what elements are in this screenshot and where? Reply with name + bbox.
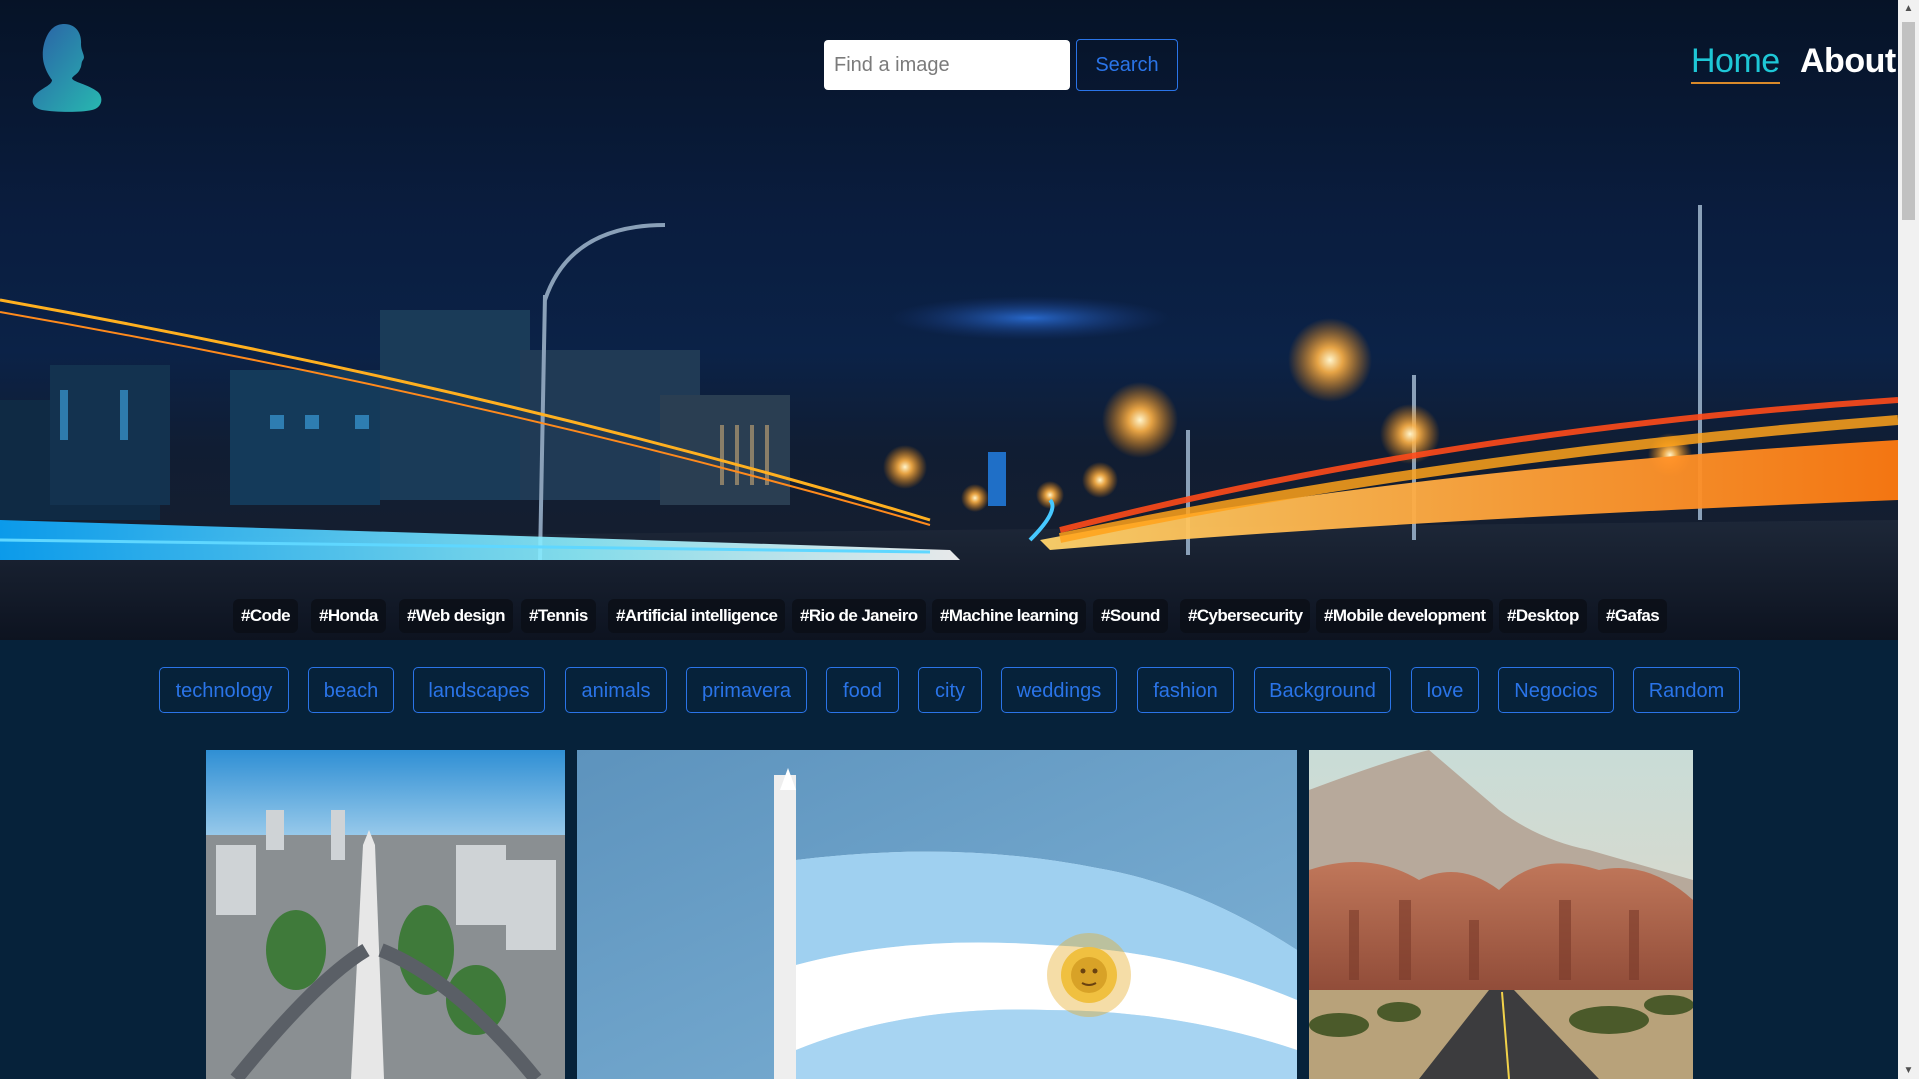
category-button[interactable]: fashion: [1137, 667, 1234, 713]
hashtag-chip[interactable]: #Machine learning: [932, 599, 1087, 633]
category-button[interactable]: Negocios: [1498, 667, 1614, 713]
category-buttons: technology beach landscapes animals prim…: [0, 667, 1898, 713]
nav-about-link[interactable]: About: [1800, 44, 1896, 78]
page-scrollbar[interactable]: ▲ ▼: [1898, 0, 1919, 1079]
category-button[interactable]: animals: [565, 667, 667, 713]
hashtag-chip[interactable]: #Mobile development: [1316, 599, 1494, 633]
gallery-image-obelisk[interactable]: [206, 750, 565, 1079]
hero-night-street-image: [0, 205, 1898, 640]
hashtag-chip[interactable]: #Sound: [1093, 599, 1168, 633]
search-button[interactable]: Search: [1076, 39, 1178, 91]
hero-banner: Search Home About #Code #Honda #Web desi…: [0, 0, 1898, 640]
search-input[interactable]: [824, 40, 1070, 90]
hashtag-chip[interactable]: #Gafas: [1598, 599, 1668, 633]
hashtag-chip[interactable]: #Cybersecurity: [1180, 599, 1311, 633]
nav-home-link[interactable]: Home: [1691, 44, 1780, 84]
hashtag-chip[interactable]: #Web design: [399, 599, 513, 633]
hashtag-chip[interactable]: #Desktop: [1499, 599, 1587, 633]
user-silhouette-icon[interactable]: [28, 22, 106, 112]
category-button[interactable]: technology: [159, 667, 289, 713]
hashtag-chip[interactable]: #Rio de Janeiro: [792, 599, 926, 633]
gallery-image-argentina-flag[interactable]: [577, 750, 1297, 1079]
category-button[interactable]: city: [918, 667, 982, 713]
chevron-up-icon[interactable]: ▲: [1898, 0, 1919, 17]
hashtag-chip[interactable]: #Honda: [311, 599, 386, 633]
hashtag-chip[interactable]: #Tennis: [521, 599, 596, 633]
category-button[interactable]: Random: [1633, 667, 1740, 713]
category-button[interactable]: love: [1411, 667, 1479, 713]
hashtag-list: #Code #Honda #Web design #Tennis #Artifi…: [0, 599, 1898, 633]
category-button[interactable]: landscapes: [413, 667, 545, 713]
hashtag-chip[interactable]: #Code: [233, 599, 298, 633]
hashtag-chip[interactable]: #Artificial intelligence: [608, 599, 786, 633]
category-button[interactable]: Background: [1254, 667, 1391, 713]
chevron-down-icon[interactable]: ▼: [1898, 1062, 1919, 1079]
gallery-image-canyon-road[interactable]: [1309, 750, 1693, 1079]
category-button[interactable]: beach: [308, 667, 394, 713]
category-button[interactable]: primavera: [686, 667, 807, 713]
scrollbar-thumb[interactable]: [1902, 22, 1915, 220]
category-button[interactable]: weddings: [1001, 667, 1117, 713]
category-button[interactable]: food: [826, 667, 899, 713]
